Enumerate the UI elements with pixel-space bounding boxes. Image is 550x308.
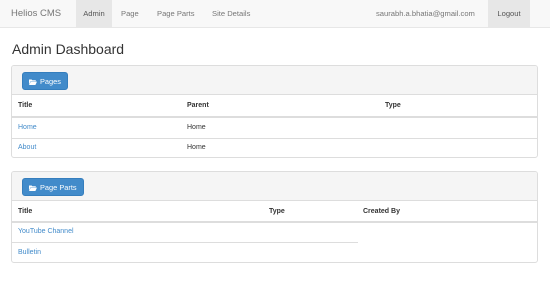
page-parts-button[interactable]: Page Parts (22, 178, 84, 196)
column-header-created-by: Created By (363, 208, 400, 215)
page-parts-panel: Page Parts Title Type Created By YouTube… (11, 171, 538, 263)
page-part-link-bulletin[interactable]: Bulletin (18, 249, 41, 256)
column-header-title: Title (18, 208, 33, 215)
page-parent-about: Home (187, 144, 206, 151)
pages-button-label: Pages (40, 77, 61, 86)
folder-open-icon (29, 185, 37, 191)
table-header-divider (12, 116, 537, 118)
nav-item-admin[interactable]: Admin (76, 0, 112, 28)
page-parts-panel-heading: Page Parts (12, 172, 537, 201)
pages-panel: Pages Title Parent Type Home Home About … (11, 65, 538, 158)
nav-item-page-parts[interactable]: Page Parts (157, 0, 195, 28)
table-row-divider (12, 138, 537, 139)
brand-logo[interactable]: Helios CMS (11, 0, 61, 28)
page-part-link-youtube-channel[interactable]: YouTube Channel (18, 228, 74, 235)
page-parent-home: Home (187, 124, 206, 131)
pages-button[interactable]: Pages (22, 72, 68, 90)
nav-item-page[interactable]: Page (121, 0, 139, 28)
logout-link[interactable]: Logout (488, 0, 530, 28)
column-header-type: Type (269, 208, 285, 215)
nav-item-site-details[interactable]: Site Details (212, 0, 250, 28)
folder-open-icon (29, 79, 37, 85)
column-header-type: Type (385, 102, 401, 109)
table-header-divider (12, 221, 537, 223)
column-header-parent: Parent (187, 102, 209, 109)
top-navbar: Helios CMS Admin Page Page Parts Site De… (0, 0, 550, 28)
page-title-link-home[interactable]: Home (18, 124, 37, 131)
page-parts-button-label: Page Parts (40, 183, 77, 192)
column-header-title: Title (18, 102, 33, 109)
page-title-link-about[interactable]: About (18, 144, 36, 151)
user-email-link[interactable]: saurabh.a.bhatia@gmail.com (376, 0, 475, 28)
table-row-divider (12, 242, 358, 243)
page-title: Admin Dashboard (12, 41, 125, 57)
pages-panel-heading: Pages (12, 66, 537, 95)
